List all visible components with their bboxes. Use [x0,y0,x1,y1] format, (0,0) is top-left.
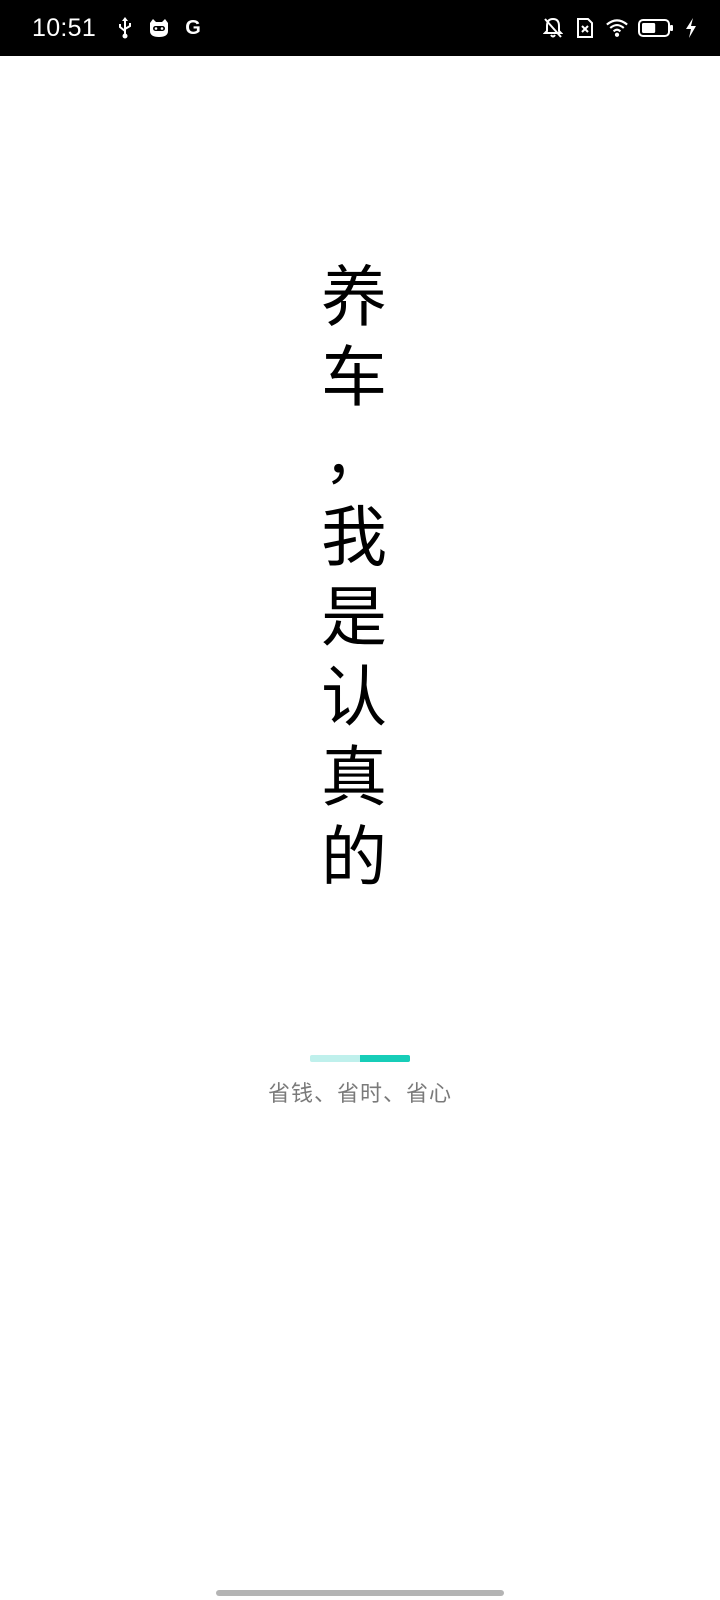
slogan-char: 养 [321,259,387,336]
splash-screen: 10:51 G 养 车 ， 我 是 认 真 的 省钱、省时、省心 [0,0,720,1600]
cat-face-icon [148,17,170,39]
tagline: 省钱、省时、省心 [267,1082,452,1107]
status-left-icons: G [114,17,204,39]
slogan-char: 真 [321,739,387,816]
slogan-char: 认 [321,659,387,736]
loading-progress-fill [360,1055,410,1062]
wifi-icon [606,17,628,39]
notifications-off-icon [542,17,564,39]
charging-icon [684,17,698,39]
battery-icon [638,17,674,39]
home-indicator[interactable] [216,1590,504,1596]
slogan-char: ， [324,423,384,493]
loading-progress-track [310,1055,410,1062]
slogan-char: 我 [321,499,387,576]
status-right-icons [542,17,698,39]
no-sim-icon [574,17,596,39]
google-g-icon: G [185,17,201,39]
slogan-char: 的 [321,819,387,896]
status-time: 10:51 [32,13,97,42]
slogan-char: 是 [321,579,387,656]
status-bar: 10:51 G [0,0,720,56]
slogan-char: 车 [321,339,387,416]
vertical-slogan: 养车，我是认真的 [312,258,396,898]
usb-icon [114,17,136,39]
